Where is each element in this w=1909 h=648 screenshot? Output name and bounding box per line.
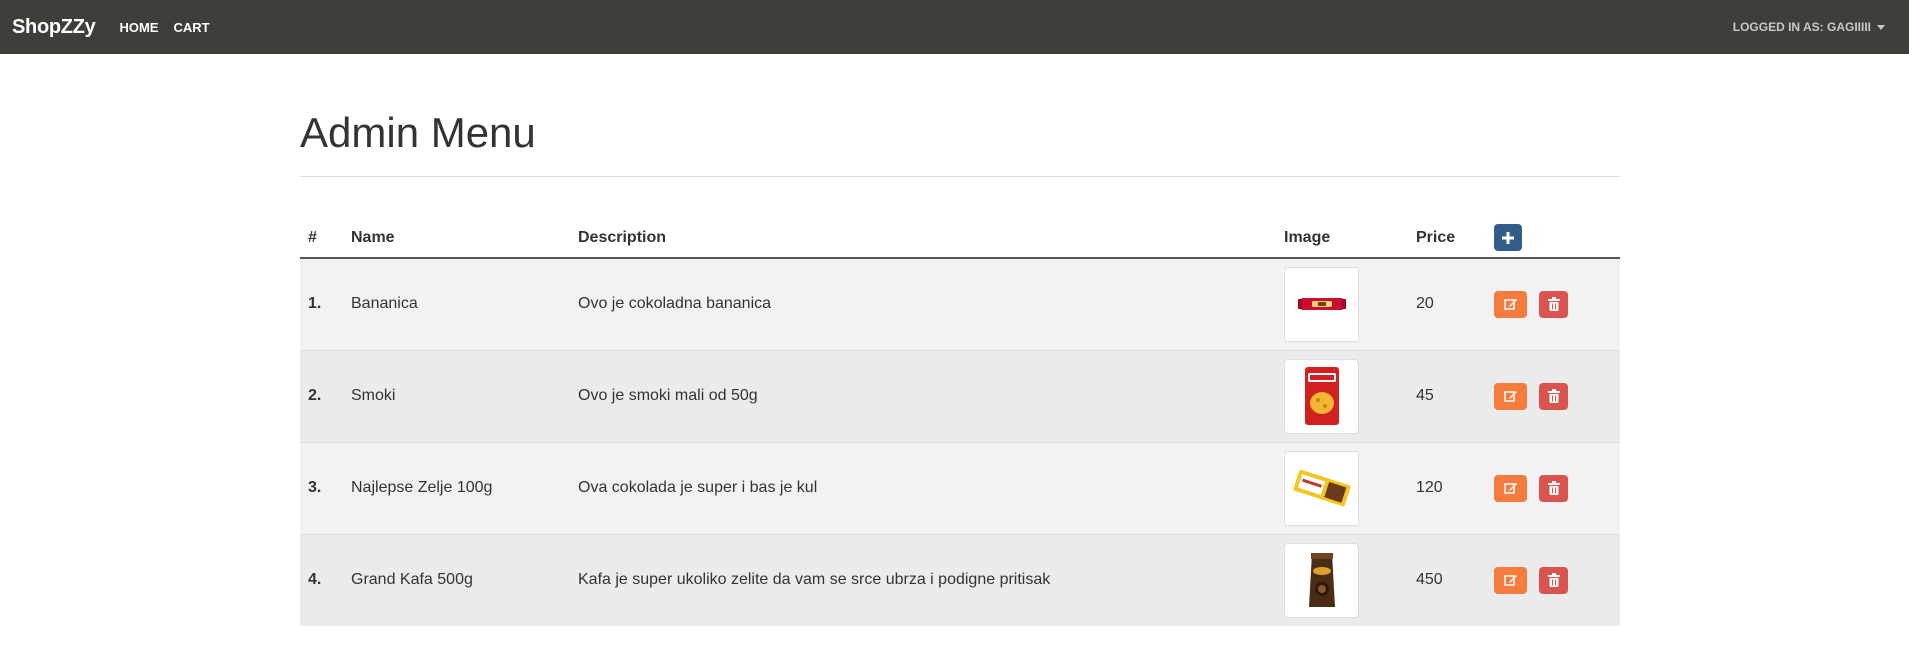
row-actions	[1486, 257, 1620, 350]
product-description: Ova cokolada je super i bas je kul	[570, 441, 1276, 534]
edit-icon	[1503, 299, 1517, 310]
column-header-index: #	[300, 218, 343, 259]
product-image-cell	[1276, 441, 1408, 534]
product-name: Najlepse Zelje 100g	[343, 441, 570, 534]
plus-icon	[1502, 231, 1514, 244]
edit-icon	[1503, 575, 1517, 586]
column-header-image: Image	[1276, 218, 1408, 259]
product-image-cell	[1276, 533, 1408, 626]
product-description: Ovo je smoki mali od 50g	[570, 349, 1276, 442]
product-price: 20	[1408, 257, 1486, 350]
column-header-actions	[1486, 218, 1620, 259]
smoki-thumbnail	[1284, 358, 1359, 434]
trash-icon	[1547, 573, 1560, 588]
edit-button[interactable]	[1494, 474, 1527, 502]
trash-icon	[1547, 297, 1560, 312]
caret-down-icon	[1877, 24, 1885, 30]
product-description: Kafa je super ukoliko zelite da vam se s…	[570, 533, 1276, 626]
column-header-description: Description	[570, 218, 1276, 259]
page-title: Admin Menu	[300, 109, 536, 156]
product-name: Smoki	[343, 349, 570, 442]
product-description: Ovo je cokoladna bananica	[570, 257, 1276, 350]
column-header-name: Name	[343, 218, 570, 259]
user-menu[interactable]: LOGGED IN AS: GAGIIIII	[1733, 0, 1885, 54]
row-actions	[1486, 533, 1620, 626]
edit-button[interactable]	[1494, 566, 1527, 594]
row-index: 4.	[300, 533, 343, 626]
product-image-cell	[1276, 349, 1408, 442]
user-menu-label: LOGGED IN AS: GAGIIIII	[1732, 20, 1871, 34]
edit-button[interactable]	[1494, 382, 1527, 410]
edit-icon	[1503, 391, 1517, 402]
row-index: 2.	[300, 349, 343, 442]
row-actions	[1486, 349, 1620, 442]
product-price: 450	[1408, 533, 1486, 626]
column-header-price: Price	[1408, 218, 1486, 259]
products-table: # Name Description Image Price 1. Banani…	[300, 218, 1620, 626]
product-price: 45	[1408, 349, 1486, 442]
main-content: Admin Menu # Name Description Image Pric…	[300, 54, 1620, 626]
product-image-cell	[1276, 257, 1408, 350]
table-header-row: # Name Description Image Price	[300, 218, 1620, 259]
product-price: 120	[1408, 441, 1486, 534]
product-name: Bananica	[343, 257, 570, 350]
table-row: 3. Najlepse Zelje 100g Ova cokolada je s…	[300, 441, 1620, 534]
brand-logo[interactable]: ShopZZy	[12, 16, 96, 39]
najlepse-zelje-thumbnail	[1284, 450, 1359, 526]
edit-button[interactable]	[1494, 290, 1527, 318]
top-navbar: ShopZZy HOME CART LOGGED IN AS: GAGIIIII	[0, 0, 1909, 54]
delete-button[interactable]	[1539, 382, 1568, 410]
row-actions	[1486, 441, 1620, 534]
bananica-thumbnail	[1284, 266, 1359, 342]
trash-icon	[1547, 481, 1560, 495]
product-name: Grand Kafa 500g	[343, 533, 570, 626]
table-row: 2. Smoki Ovo je smoki mali od 50g 45	[300, 349, 1620, 442]
add-product-button[interactable]	[1494, 224, 1522, 251]
grand-kafa-thumbnail	[1284, 542, 1359, 618]
edit-icon	[1503, 483, 1517, 494]
nav-link-home[interactable]: HOME	[119, 20, 158, 35]
title-divider	[300, 176, 1620, 177]
trash-icon	[1547, 389, 1560, 403]
row-index: 1.	[300, 257, 343, 350]
table-row: 4. Grand Kafa 500g Kafa je super ukoliko…	[300, 533, 1620, 626]
delete-button[interactable]	[1539, 290, 1568, 318]
delete-button[interactable]	[1539, 474, 1568, 502]
row-index: 3.	[300, 441, 343, 534]
nav-link-cart[interactable]: CART	[173, 20, 209, 35]
table-row: 1. Bananica Ovo je cokoladna bananica 20	[300, 257, 1620, 350]
delete-button[interactable]	[1539, 566, 1568, 594]
